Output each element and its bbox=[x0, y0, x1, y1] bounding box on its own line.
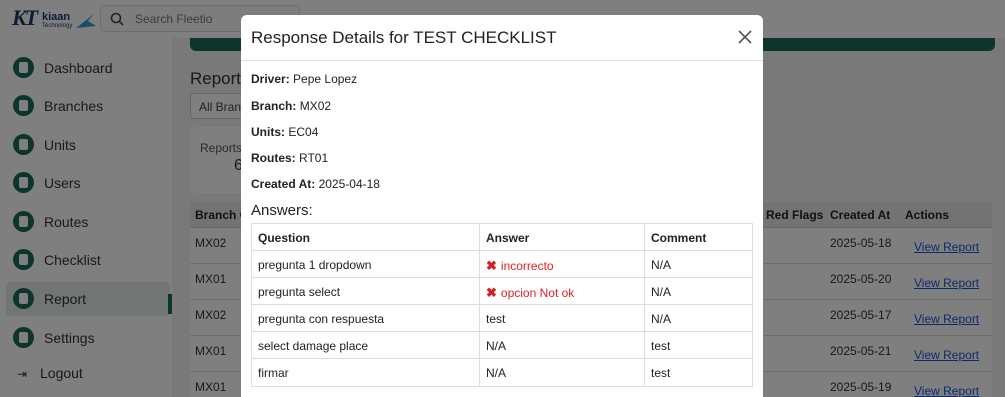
answers-table: Question Answer Comment pregunta 1 dropd… bbox=[251, 223, 753, 387]
answers-header-row: Question Answer Comment bbox=[252, 224, 752, 251]
field-label: Driver: bbox=[251, 72, 290, 86]
field-label: Units: bbox=[251, 125, 285, 139]
field-value: 2025-04-18 bbox=[318, 177, 380, 191]
answers-heading: Answers: bbox=[251, 202, 313, 219]
question-cell: select damage place bbox=[252, 332, 480, 359]
table-row: select damage place N/A test bbox=[252, 332, 752, 359]
answer-cell: ✖ incorrecto bbox=[480, 251, 645, 278]
table-row: pregunta con respuesta test N/A bbox=[252, 305, 752, 332]
comment-cell: test bbox=[651, 366, 671, 380]
red-x-icon: ✖ bbox=[486, 258, 497, 273]
comment-cell: N/A bbox=[651, 285, 672, 299]
question-cell: pregunta 1 dropdown bbox=[252, 251, 480, 278]
field-label: Routes: bbox=[251, 151, 296, 165]
answer-cell: ✖ opcion Not ok bbox=[480, 278, 645, 305]
units-field: Units: EC04 bbox=[251, 125, 318, 139]
modal-header: Response Details for TEST CHECKLIST bbox=[241, 15, 763, 61]
field-value: EC04 bbox=[288, 125, 319, 139]
col-question: Question bbox=[252, 224, 480, 251]
question-cell: pregunta con respuesta bbox=[252, 305, 480, 332]
routes-field: Routes: RT01 bbox=[251, 151, 328, 165]
modal-title: Response Details for TEST CHECKLIST bbox=[251, 28, 557, 47]
col-answer: Answer bbox=[480, 224, 645, 251]
answer-text: opcion Not ok bbox=[500, 286, 575, 300]
answer-text: incorrecto bbox=[500, 259, 554, 273]
response-details-modal: Response Details for TEST CHECKLIST Driv… bbox=[241, 15, 763, 397]
field-value: MX02 bbox=[299, 99, 332, 113]
branch-field: Branch: MX02 bbox=[251, 99, 331, 113]
table-row: pregunta select ✖ opcion Not ok N/A bbox=[252, 278, 752, 305]
field-label: Created At: bbox=[251, 177, 316, 191]
created-at-field: Created At: 2025-04-18 bbox=[251, 177, 380, 191]
col-comment: Comment bbox=[651, 231, 707, 245]
comment-cell: N/A bbox=[651, 312, 672, 326]
question-cell: pregunta select bbox=[252, 278, 480, 305]
field-value: RT01 bbox=[299, 151, 329, 165]
answer-cell: test bbox=[480, 305, 645, 332]
answer-cell: N/A bbox=[480, 332, 645, 359]
comment-cell: test bbox=[651, 339, 671, 353]
red-x-icon: ✖ bbox=[486, 285, 497, 300]
answer-cell: N/A bbox=[480, 359, 645, 386]
question-cell: firmar bbox=[252, 359, 480, 386]
driver-field: Driver: Pepe Lopez bbox=[251, 72, 357, 86]
table-row: firmar N/A test bbox=[252, 359, 752, 386]
field-value: Pepe Lopez bbox=[293, 72, 358, 86]
field-label: Branch: bbox=[251, 99, 297, 113]
close-icon[interactable] bbox=[737, 29, 753, 45]
comment-cell: N/A bbox=[651, 258, 672, 272]
table-row: pregunta 1 dropdown ✖ incorrecto N/A bbox=[252, 251, 752, 278]
